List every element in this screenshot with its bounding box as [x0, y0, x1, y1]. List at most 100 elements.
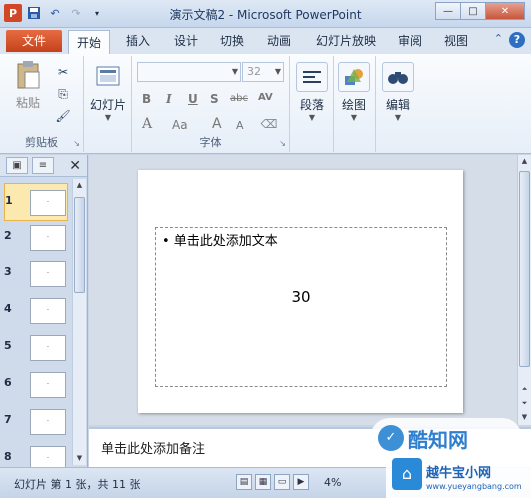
tab-animations[interactable]: 动画: [267, 32, 291, 49]
format-painter-icon[interactable]: 🖌: [54, 108, 72, 124]
slides-tab-icon[interactable]: ▣: [6, 157, 28, 174]
thumbnail-number: 7: [4, 413, 12, 426]
tab-insert[interactable]: 插入: [126, 32, 150, 49]
thumbnail-number: 4: [4, 302, 12, 315]
new-slide-button[interactable]: 幻灯片 ▼: [90, 62, 126, 122]
slides-group: 幻灯片 ▼: [84, 56, 132, 152]
previous-slide-icon[interactable]: ⏶: [518, 383, 531, 396]
zoom-level[interactable]: 4%: [324, 476, 341, 489]
ribbon: 粘贴 ✂ ⎘ 🖌 剪贴板 ↘ 幻灯片 ▼ ▼ 32 ▼ B I U S abc: [0, 54, 531, 154]
slide-thumbnail[interactable]: 6 -: [0, 366, 72, 404]
slide-thumbnail-panel: ▣ ≡ ✕ 1 - 2 - 3 - 4 - 5 - 6 - 7 - 8 - ▲ …: [0, 155, 88, 472]
slide-thumbnail[interactable]: 2 -: [0, 219, 72, 257]
watermark-logo-2: ⌂ 越牛宝小网 www.yueyangbang.com: [386, 452, 531, 498]
paragraph-dropdown-icon: ▼: [308, 113, 316, 122]
slide-number-text[interactable]: 30: [156, 288, 446, 306]
drawing-button[interactable]: 绘图 ▼: [338, 62, 370, 122]
paste-icon: [12, 60, 44, 90]
thumbnail-scrollbar[interactable]: ▲ ▼: [72, 179, 86, 465]
brand-logo-icon: ✓: [378, 425, 404, 451]
italic-button[interactable]: I: [166, 92, 172, 106]
new-slide-icon: [92, 62, 124, 92]
chevron-down-icon: ▼: [231, 67, 238, 76]
font-launcher-icon[interactable]: ↘: [279, 139, 286, 148]
paste-button[interactable]: 粘贴: [12, 60, 44, 111]
help-icon[interactable]: ?: [509, 32, 525, 48]
tab-view[interactable]: 视图: [444, 32, 468, 49]
scroll-thumb[interactable]: [519, 171, 530, 367]
window-controls: — □ ✕: [435, 2, 525, 20]
outline-tab-icon[interactable]: ≡: [32, 157, 54, 174]
slide-thumbnail[interactable]: 5 -: [0, 329, 72, 367]
drawing-group: 绘图 ▼: [334, 56, 376, 152]
slideshow-view-icon[interactable]: ▶: [293, 474, 309, 490]
shrink-font-button[interactable]: A: [236, 119, 244, 132]
shapes-icon: [338, 62, 370, 92]
scroll-down-icon[interactable]: ▼: [518, 411, 531, 424]
close-button[interactable]: ✕: [485, 2, 525, 20]
slide-count-status: 幻灯片 第 1 张，共 11 张: [14, 478, 141, 491]
scroll-up-icon[interactable]: ▲: [73, 179, 86, 192]
font-group-label: 字体: [199, 136, 222, 149]
slide-sorter-icon[interactable]: ▦: [255, 474, 271, 490]
slide-thumbnail[interactable]: 7 -: [0, 403, 72, 441]
scroll-thumb[interactable]: [74, 197, 85, 293]
reading-view-icon[interactable]: ▭: [274, 474, 290, 490]
char-spacing-button[interactable]: AV: [258, 92, 273, 103]
next-slide-icon[interactable]: ⏷: [518, 397, 531, 410]
normal-view-icon[interactable]: ▤: [236, 474, 252, 490]
editing-dropdown-icon: ▼: [394, 113, 402, 122]
clear-formatting-icon[interactable]: ⌫: [260, 116, 278, 132]
shadow-button[interactable]: S: [210, 92, 219, 106]
tab-design[interactable]: 设计: [174, 32, 198, 49]
thumbnail-number: 8: [4, 450, 12, 463]
font-name-combo[interactable]: ▼: [137, 62, 241, 82]
font-group: ▼ 32 ▼ B I U S abc AV A Aa A A ⌫ 字体 ↘: [132, 56, 290, 152]
maximize-button[interactable]: □: [460, 2, 486, 20]
title-bar: P ↶ ↷ ▾ 演示文稿2 - Microsoft PowerPoint — □…: [0, 0, 531, 28]
thumbnail-number: 1: [5, 194, 13, 207]
watermark-url: www.yueyangbang.com: [426, 482, 522, 491]
change-case-button[interactable]: Aa: [172, 118, 188, 132]
scroll-down-icon[interactable]: ▼: [73, 452, 86, 465]
underline-button[interactable]: U: [188, 92, 198, 106]
bold-button[interactable]: B: [142, 92, 151, 106]
strikethrough-button[interactable]: abc: [230, 93, 248, 104]
minimize-button[interactable]: —: [435, 2, 461, 20]
slide-editing-area: • 单击此处添加文本 30: [89, 155, 517, 425]
bullet-text[interactable]: • 单击此处添加文本: [162, 230, 278, 249]
close-panel-icon[interactable]: ✕: [69, 158, 81, 174]
copy-icon[interactable]: ⎘: [54, 86, 72, 102]
paste-label: 粘贴: [15, 96, 40, 110]
slide-thumbnail[interactable]: 3 -: [0, 255, 72, 293]
slide-canvas[interactable]: • 单击此处添加文本 30: [138, 170, 463, 413]
notes-placeholder[interactable]: 单击此处添加备注: [101, 438, 205, 457]
clipboard-group-label: 剪贴板: [25, 136, 58, 149]
tab-review[interactable]: 审阅: [398, 32, 422, 49]
new-slide-label: 幻灯片: [90, 98, 127, 112]
slide-thumbnail[interactable]: 4 -: [0, 292, 72, 330]
house-logo-icon: ⌂: [392, 458, 422, 490]
paragraph-icon: [296, 62, 328, 92]
clipboard-launcher-icon[interactable]: ↘: [73, 139, 80, 148]
slide-thumbnail[interactable]: 1 -: [4, 183, 68, 221]
scroll-up-icon[interactable]: ▲: [518, 155, 531, 168]
font-color-button[interactable]: A: [142, 116, 152, 132]
paragraph-button[interactable]: 段落 ▼: [296, 62, 328, 122]
tab-transitions[interactable]: 切换: [220, 32, 244, 49]
grow-font-button[interactable]: A: [212, 116, 222, 132]
tab-slideshow[interactable]: 幻灯片放映: [316, 32, 376, 49]
slide-scrollbar[interactable]: ▲ ⏶ ⏷ ▼: [517, 155, 531, 425]
watermark-brand-2: 越牛宝小网: [426, 466, 492, 481]
editing-button[interactable]: 编辑 ▼: [382, 62, 414, 122]
tab-home[interactable]: 开始: [68, 30, 111, 54]
paragraph-group: 段落 ▼: [290, 56, 334, 152]
tab-file[interactable]: 文件: [6, 30, 62, 52]
font-size-combo[interactable]: 32 ▼: [242, 62, 284, 82]
cut-icon[interactable]: ✂: [54, 64, 72, 80]
font-size-value: 32: [247, 65, 261, 78]
ribbon-tabs: 文件 开始 插入 设计 切换 动画 幻灯片放映 审阅 视图 ⌃ ?: [0, 28, 531, 54]
content-placeholder[interactable]: • 单击此处添加文本 30: [155, 227, 447, 387]
drawing-label: 绘图: [341, 98, 366, 112]
collapse-ribbon-icon[interactable]: ⌃: [494, 32, 503, 48]
